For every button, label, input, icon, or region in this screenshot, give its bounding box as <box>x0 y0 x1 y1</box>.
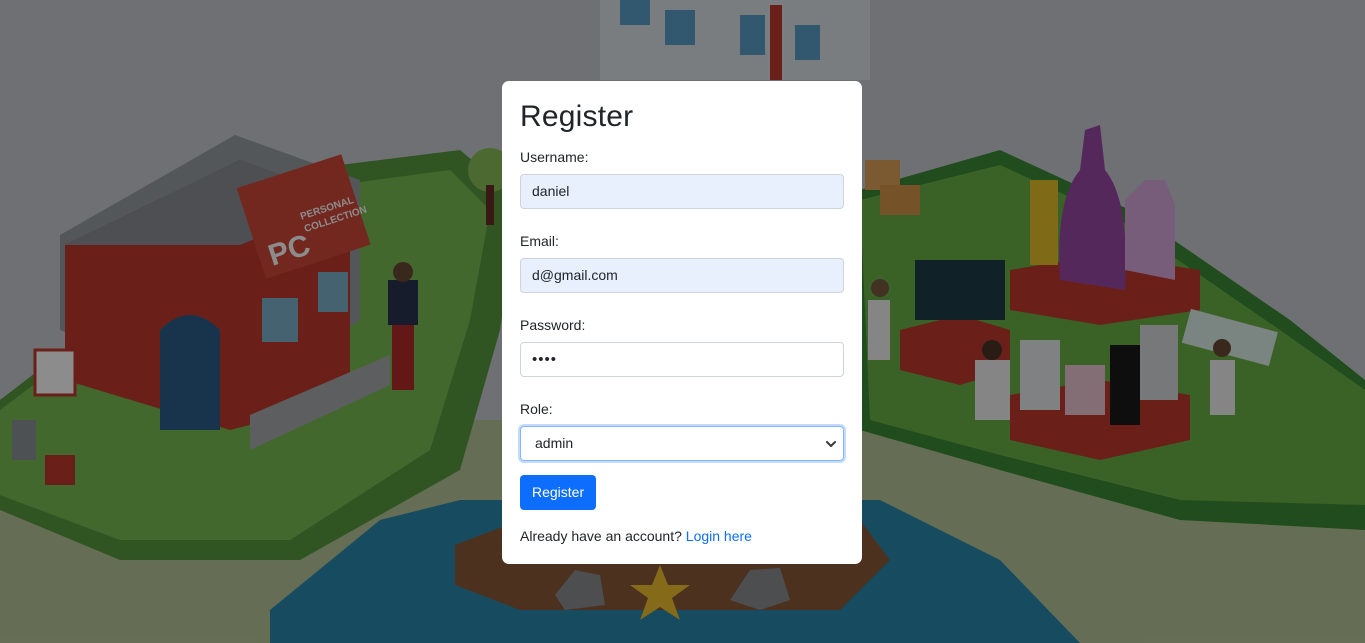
login-prompt-text: Already have an account? <box>520 528 682 544</box>
email-label: Email: <box>520 233 559 249</box>
login-link[interactable]: Login here <box>686 528 752 544</box>
role-label: Role: <box>520 401 553 417</box>
register-card: Register Username: daniel Email: d@gmail… <box>502 81 862 564</box>
password-label: Password: <box>520 317 586 333</box>
chevron-down-icon <box>826 441 836 447</box>
register-button[interactable]: Register <box>520 475 597 510</box>
role-select-value: admin <box>535 435 574 451</box>
page-title: Register <box>520 100 634 133</box>
email-input[interactable]: d@gmail.com <box>520 258 844 293</box>
username-label: Username: <box>520 149 589 165</box>
password-input[interactable]: •••• <box>520 342 844 377</box>
username-input[interactable]: daniel <box>520 174 844 209</box>
login-prompt: Already have an account? Login here <box>520 528 844 545</box>
role-select[interactable]: admin <box>520 426 844 461</box>
